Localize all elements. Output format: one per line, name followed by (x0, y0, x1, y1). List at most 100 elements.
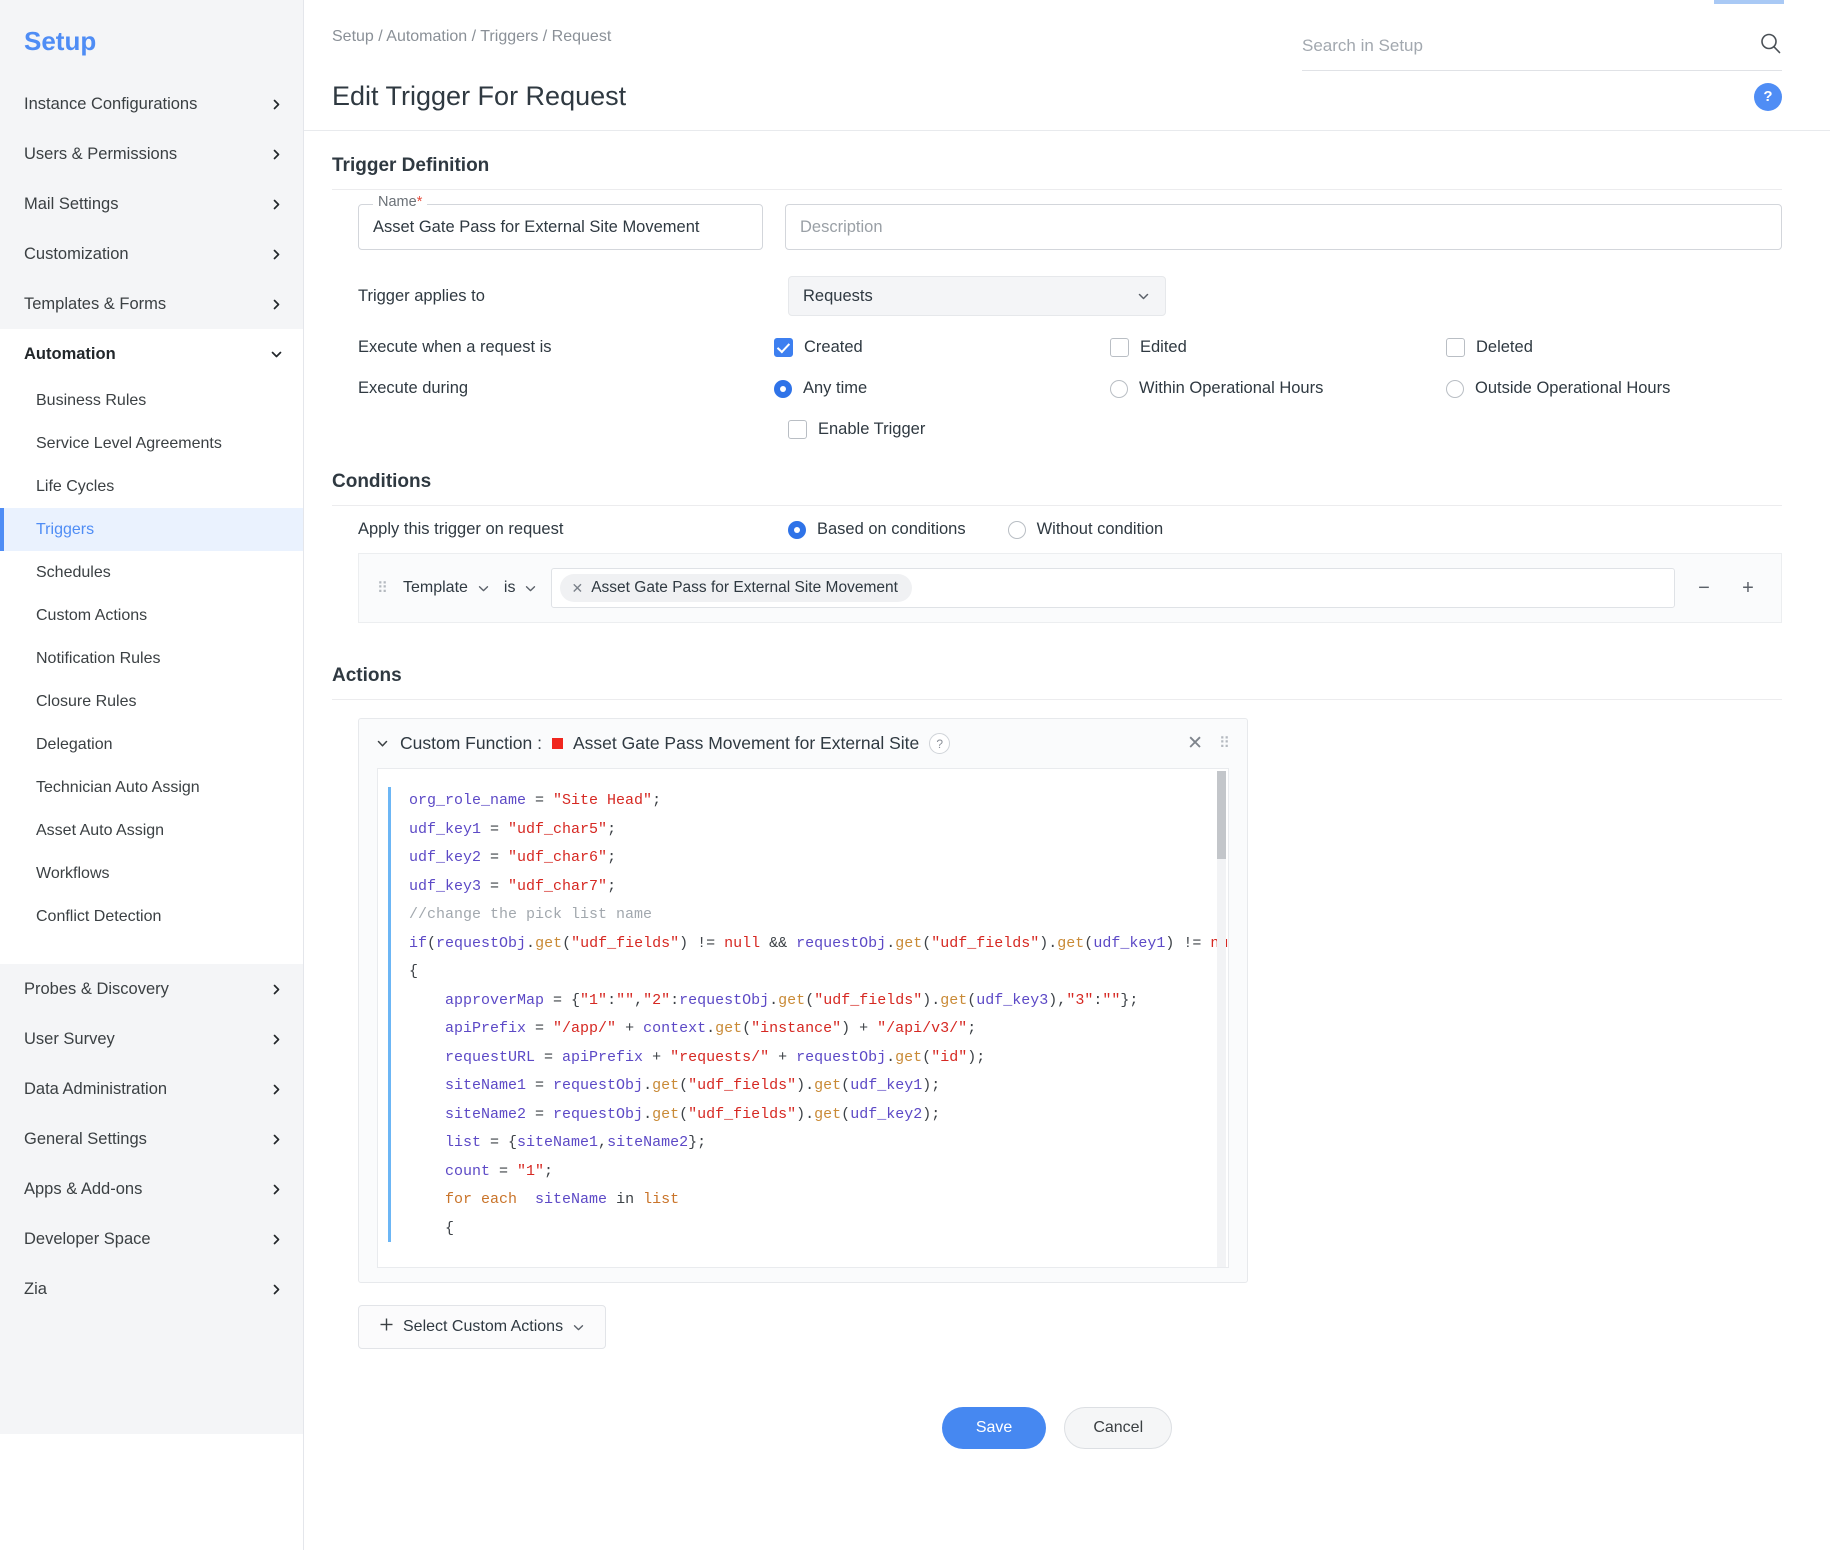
sidebar-item-triggers[interactable]: Triggers (0, 508, 303, 551)
condition-token: ✕ Asset Gate Pass for External Site Move… (560, 574, 912, 602)
sidebar-item-developer-space[interactable]: Developer Space (0, 1214, 303, 1264)
actions-heading: Actions (332, 641, 1782, 700)
sidebar-item-conflict-detection[interactable]: Conflict Detection (0, 895, 303, 938)
sidebar-item-delegation[interactable]: Delegation (0, 723, 303, 766)
radio-button[interactable] (774, 379, 792, 398)
code-line: requestURL = apiPrefix + "requests/" + r… (409, 1048, 986, 1066)
chevron-down-icon (524, 582, 537, 595)
sidebar-item-mail-settings[interactable]: Mail Settings (0, 179, 303, 229)
sidebar-item-templates-forms[interactable]: Templates & Forms (0, 279, 303, 329)
sidebar-item-technician-auto-assign[interactable]: Technician Auto Assign (0, 766, 303, 809)
chevron-down-icon[interactable] (375, 736, 390, 751)
sidebar-item-users-permissions[interactable]: Users & Permissions (0, 129, 303, 179)
cancel-button[interactable]: Cancel (1064, 1407, 1173, 1449)
remove-condition-button[interactable]: − (1689, 573, 1719, 603)
applies-to-label: Trigger applies to (358, 286, 485, 305)
option-within-operational-hours[interactable]: Within Operational Hours (1110, 379, 1446, 398)
option-based-on-conditions[interactable]: Based on conditions (788, 520, 966, 539)
sidebar-item-label: Probes & Discovery (24, 979, 169, 998)
sidebar-item-custom-actions[interactable]: Custom Actions (0, 594, 303, 637)
condition-token-label: Asset Gate Pass for External Site Moveme… (591, 579, 898, 596)
condition-rule-row: ⠿ Template is ✕ Asset Gate Pass for Exte… (358, 553, 1782, 623)
sidebar-item-label: General Settings (24, 1129, 147, 1148)
radio-button[interactable] (1446, 379, 1464, 398)
checkbox[interactable] (774, 338, 793, 357)
option-outside-operational-hours[interactable]: Outside Operational Hours (1446, 379, 1782, 398)
code-editor[interactable]: org_role_name = "Site Head"; udf_key1 = "… (377, 768, 1229, 1268)
setup-page: Setup Instance Configurations Users & Per… (0, 0, 1830, 1550)
search-input[interactable] (1302, 36, 1749, 56)
save-button[interactable]: Save (941, 1407, 1047, 1449)
sidebar-item-life-cycles[interactable]: Life Cycles (0, 465, 303, 508)
sidebar-item-data-administration[interactable]: Data Administration (0, 1064, 303, 1114)
option-any-time[interactable]: Any time (774, 379, 1110, 398)
option-created[interactable]: Created (774, 338, 1110, 357)
description-input[interactable] (786, 205, 1781, 249)
close-icon[interactable]: ✕ (1187, 734, 1203, 753)
chevron-right-icon (270, 1183, 283, 1196)
help-icon[interactable]: ? (1754, 82, 1782, 111)
radio-button[interactable] (788, 520, 806, 539)
sidebar-item-asset-auto-assign[interactable]: Asset Auto Assign (0, 809, 303, 852)
sidebar-item-probes-discovery[interactable]: Probes & Discovery (0, 964, 303, 1014)
sidebar-item-business-rules[interactable]: Business Rules (0, 379, 303, 422)
option-label: Within Operational Hours (1139, 379, 1324, 397)
drag-handle-icon[interactable]: ⠿ (1219, 736, 1231, 751)
sidebar-item-automation[interactable]: Automation (0, 329, 303, 379)
search-box[interactable] (1302, 32, 1782, 71)
code-scrollbar[interactable] (1217, 771, 1226, 1267)
plus-icon (379, 1317, 394, 1337)
condition-value-tokenbox[interactable]: ✕ Asset Gate Pass for External Site Move… (551, 568, 1675, 608)
sidebar-item-workflows[interactable]: Workflows (0, 852, 303, 895)
sidebar-bottom-group: Probes & Discovery User Survey Data Admini… (0, 964, 303, 1434)
chevron-right-icon (270, 1033, 283, 1046)
sidebar-item-general-settings[interactable]: General Settings (0, 1114, 303, 1164)
sidebar-top-group: Setup Instance Configurations Users & Per… (0, 0, 303, 329)
sidebar: Setup Instance Configurations Users & Per… (0, 0, 304, 1550)
condition-field-select[interactable]: Template (403, 579, 490, 597)
condition-operator-select[interactable]: is (504, 579, 538, 597)
apply-trigger-label: Apply this trigger on request (358, 520, 564, 538)
select-custom-actions-label: Select Custom Actions (403, 1318, 564, 1335)
name-input[interactable] (359, 205, 762, 249)
radio-button[interactable] (1007, 520, 1026, 539)
add-condition-button[interactable]: + (1733, 573, 1763, 603)
checkbox[interactable] (1446, 338, 1465, 357)
sidebar-item-notification-rules[interactable]: Notification Rules (0, 637, 303, 680)
sidebar-item-label: Apps & Add-ons (24, 1179, 143, 1198)
sidebar-item-customization[interactable]: Customization (0, 229, 303, 279)
name-field-wrapper[interactable]: Name* (358, 194, 763, 250)
sidebar-item-closure-rules[interactable]: Closure Rules (0, 680, 303, 723)
sidebar-item-apps-add-ons[interactable]: Apps & Add-ons (0, 1164, 303, 1214)
enable-trigger-option[interactable]: Enable Trigger (788, 420, 1124, 439)
drag-handle-icon[interactable]: ⠿ (377, 581, 389, 596)
close-icon[interactable]: ✕ (571, 580, 583, 597)
code-content[interactable]: org_role_name = "Site Head"; udf_key1 = "… (391, 769, 1228, 1267)
name-field-label: Name* (373, 194, 428, 210)
sidebar-item-label: Schedules (36, 563, 111, 581)
sidebar-item-schedules[interactable]: Schedules (0, 551, 303, 594)
sidebar-item-user-survey[interactable]: User Survey (0, 1014, 303, 1064)
sidebar-item-label: Workflows (36, 864, 110, 882)
chevron-down-icon (477, 582, 490, 595)
option-without-condition[interactable]: Without condition (1007, 520, 1163, 539)
option-deleted[interactable]: Deleted (1446, 338, 1782, 357)
help-icon[interactable]: ? (929, 733, 951, 754)
select-custom-actions-button[interactable]: Select Custom Actions (358, 1305, 607, 1349)
sidebar-item-zia[interactable]: Zia (0, 1264, 303, 1314)
code-line: { (409, 1219, 455, 1237)
sidebar-item-service-level-agreements[interactable]: Service Level Agreements (0, 422, 303, 465)
search-icon[interactable] (1759, 32, 1782, 60)
sidebar-item-label: Custom Actions (36, 606, 148, 624)
checkbox[interactable] (1110, 338, 1129, 357)
custom-function-card: Custom Function : Asset Gate Pass Moveme… (358, 718, 1248, 1283)
enable-trigger-checkbox[interactable] (788, 420, 807, 439)
applies-to-select[interactable]: Requests (788, 276, 1166, 316)
sidebar-item-instance-configurations[interactable]: Instance Configurations (0, 79, 303, 129)
option-edited[interactable]: Edited (1110, 338, 1446, 357)
chevron-right-icon (270, 1133, 283, 1146)
code-scrollbar-thumb[interactable] (1217, 771, 1226, 859)
option-label: Based on conditions (817, 520, 966, 538)
description-field-wrapper[interactable] (785, 204, 1782, 250)
radio-button[interactable] (1110, 379, 1128, 398)
